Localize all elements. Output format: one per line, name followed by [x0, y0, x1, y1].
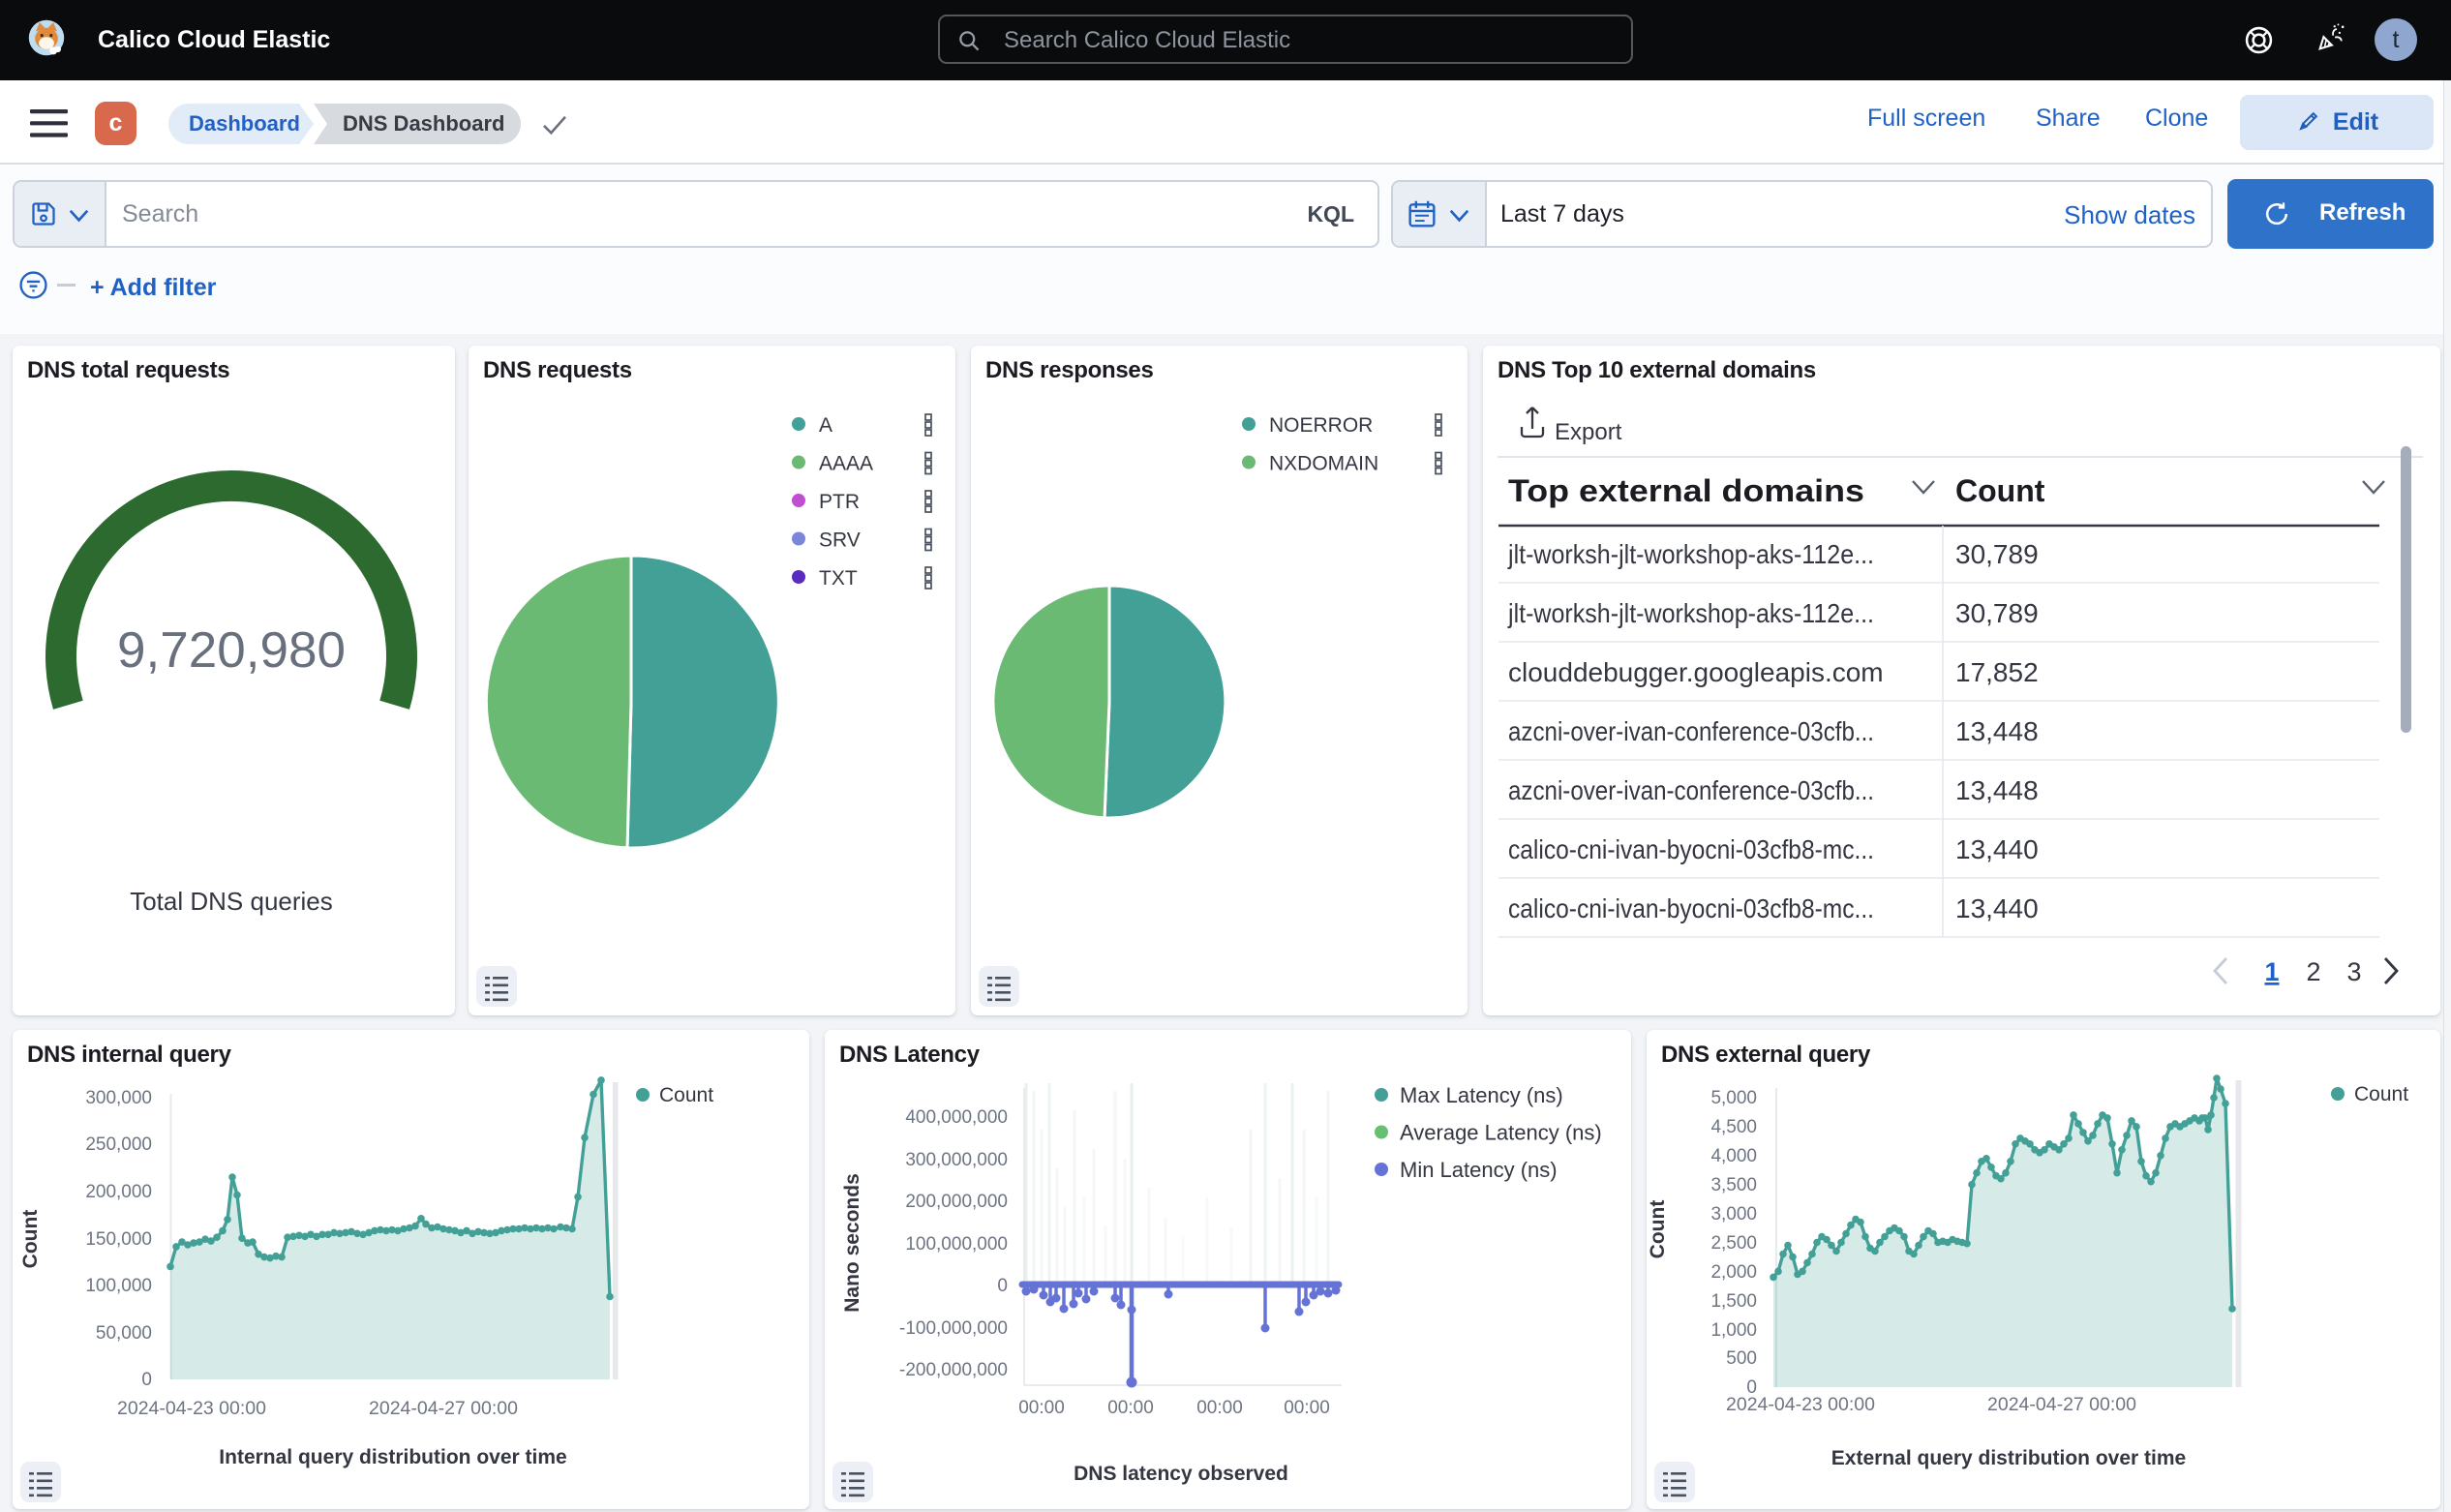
- svg-text:00:00: 00:00: [1018, 1398, 1065, 1418]
- svg-text:Count: Count: [19, 1210, 42, 1269]
- svg-text:-100,000,000: -100,000,000: [899, 1318, 1008, 1339]
- svg-text:-200,000,000: -200,000,000: [899, 1360, 1008, 1380]
- svg-text:0: 0: [141, 1370, 152, 1390]
- svg-text:jlt-worksh-jlt-workshop-aks-11: jlt-worksh-jlt-workshop-aks-112e...: [1507, 539, 1874, 569]
- svg-text:2,000: 2,000: [1710, 1262, 1757, 1283]
- svg-text:00:00: 00:00: [1196, 1398, 1243, 1418]
- svg-text:3: 3: [2346, 957, 2361, 986]
- svg-text:AAAA: AAAA: [819, 453, 873, 475]
- svg-text:0: 0: [997, 1276, 1008, 1296]
- svg-text:13,448: 13,448: [1955, 716, 2039, 746]
- svg-text:13,448: 13,448: [1955, 775, 2039, 805]
- svg-text:2: 2: [2306, 957, 2320, 986]
- svg-text:50,000: 50,000: [96, 1323, 152, 1344]
- svg-text:00:00: 00:00: [1107, 1398, 1154, 1418]
- svg-text:2,500: 2,500: [1710, 1233, 1757, 1254]
- svg-text:Count: Count: [1955, 473, 2045, 508]
- svg-text:calico-cni-ivan-byocni-03cfb8-: calico-cni-ivan-byocni-03cfb8-mc...: [1508, 834, 1874, 864]
- svg-text:Count: Count: [2354, 1083, 2408, 1105]
- svg-text:Average Latency (ns): Average Latency (ns): [1400, 1121, 1602, 1145]
- svg-text:TXT: TXT: [819, 567, 858, 590]
- svg-text:2024-04-27 00:00: 2024-04-27 00:00: [369, 1398, 518, 1419]
- svg-text:Min Latency (ns): Min Latency (ns): [1400, 1158, 1558, 1182]
- svg-text:13,440: 13,440: [1955, 893, 2039, 923]
- svg-text:3,000: 3,000: [1710, 1204, 1757, 1225]
- svg-text:3,500: 3,500: [1710, 1175, 1757, 1195]
- svg-text:A: A: [819, 414, 832, 437]
- svg-text:00:00: 00:00: [1284, 1398, 1330, 1418]
- svg-text:azcni-over-ivan-conference-03c: azcni-over-ivan-conference-03cfb...: [1508, 775, 1874, 805]
- svg-text:30,789: 30,789: [1955, 598, 2039, 628]
- svg-text:250,000: 250,000: [85, 1134, 152, 1155]
- svg-text:100,000: 100,000: [85, 1276, 152, 1296]
- svg-text:1,000: 1,000: [1710, 1320, 1757, 1341]
- svg-text:NOERROR: NOERROR: [1269, 414, 1373, 437]
- svg-text:500: 500: [1726, 1348, 1757, 1369]
- svg-text:17,852: 17,852: [1955, 657, 2039, 687]
- svg-text:4,500: 4,500: [1710, 1117, 1757, 1137]
- svg-text:5,000: 5,000: [1710, 1088, 1757, 1108]
- svg-text:Max Latency (ns): Max Latency (ns): [1400, 1083, 1563, 1107]
- svg-text:2024-04-27 00:00: 2024-04-27 00:00: [1987, 1394, 2136, 1415]
- svg-text:2024-04-23 00:00: 2024-04-23 00:00: [1726, 1394, 1875, 1415]
- svg-text:400,000,000: 400,000,000: [905, 1107, 1008, 1128]
- svg-text:100,000,000: 100,000,000: [905, 1234, 1008, 1255]
- svg-text:1: 1: [2264, 957, 2279, 986]
- svg-text:4,000: 4,000: [1710, 1146, 1757, 1166]
- svg-text:13,440: 13,440: [1955, 834, 2039, 864]
- svg-text:clouddebugger.googleapis.com: clouddebugger.googleapis.com: [1508, 657, 1884, 687]
- svg-text:NXDOMAIN: NXDOMAIN: [1269, 453, 1378, 475]
- svg-text:300,000,000: 300,000,000: [905, 1150, 1008, 1170]
- svg-text:9,720,980: 9,720,980: [117, 622, 346, 679]
- svg-text:Count: Count: [1647, 1200, 1669, 1259]
- svg-text:External query distribution ov: External query distribution over time: [1831, 1447, 2186, 1469]
- svg-text:SRV: SRV: [819, 529, 861, 552]
- svg-text:Internal query distribution ov: Internal query distribution over time: [219, 1446, 566, 1468]
- svg-text:PTR: PTR: [819, 491, 860, 513]
- svg-text:Count: Count: [659, 1084, 713, 1106]
- svg-text:200,000,000: 200,000,000: [905, 1192, 1008, 1212]
- svg-text:jlt-worksh-jlt-workshop-aks-11: jlt-worksh-jlt-workshop-aks-112e...: [1507, 598, 1874, 628]
- svg-text:azcni-over-ivan-conference-03c: azcni-over-ivan-conference-03cfb...: [1508, 716, 1874, 746]
- svg-text:Top external domains: Top external domains: [1508, 473, 1864, 508]
- svg-text:calico-cni-ivan-byocni-03cfb8-: calico-cni-ivan-byocni-03cfb8-mc...: [1508, 893, 1874, 923]
- svg-text:1,500: 1,500: [1710, 1291, 1757, 1312]
- svg-text:150,000: 150,000: [85, 1229, 152, 1250]
- svg-text:Export: Export: [1555, 419, 1622, 445]
- svg-text:30,789: 30,789: [1955, 539, 2039, 569]
- svg-text:DNS latency observed: DNS latency observed: [1074, 1463, 1288, 1485]
- svg-text:2024-04-23 00:00: 2024-04-23 00:00: [117, 1398, 266, 1419]
- svg-text:200,000: 200,000: [85, 1182, 152, 1202]
- svg-text:300,000: 300,000: [85, 1088, 152, 1108]
- svg-text:Total DNS queries: Total DNS queries: [130, 887, 333, 916]
- svg-text:Nano seconds: Nano seconds: [841, 1173, 863, 1313]
